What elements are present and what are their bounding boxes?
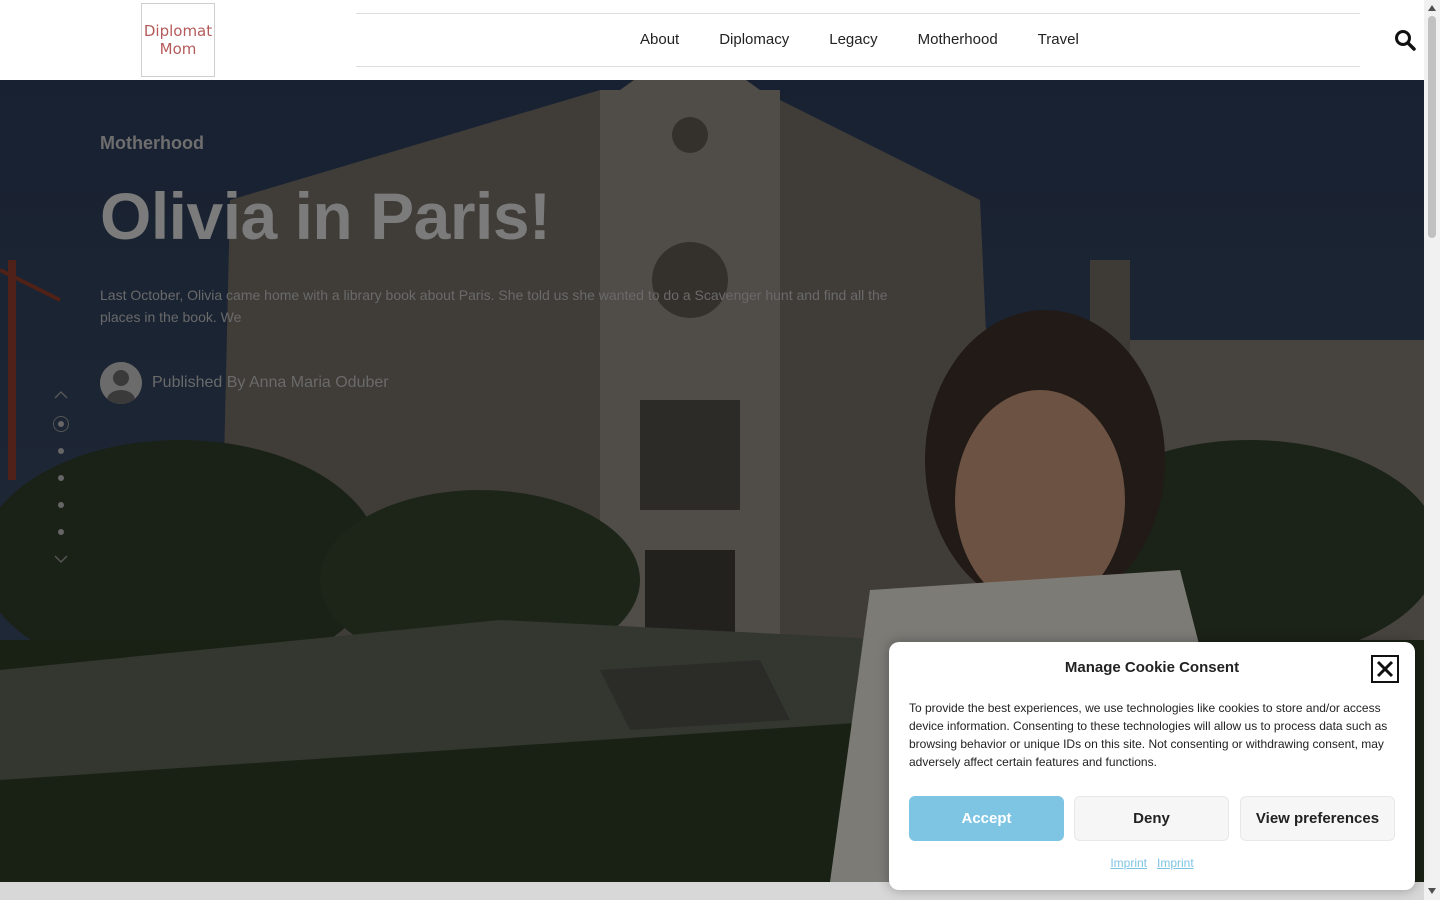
slider-dot-4[interactable]: [58, 502, 64, 508]
cookie-description: To provide the best experiences, we use …: [909, 701, 1388, 769]
site-header: Diplomat Mom About Diplomacy Legacy Moth…: [0, 0, 1424, 80]
cookie-consent-dialog: Manage Cookie Consent To provide the bes…: [889, 642, 1415, 890]
nav-top-divider: [356, 13, 1360, 14]
search-icon[interactable]: [1394, 29, 1416, 51]
slider-dot-3[interactable]: [58, 475, 64, 481]
chevron-down-icon[interactable]: [54, 555, 68, 565]
close-icon: [1376, 660, 1394, 678]
view-preferences-button[interactable]: View preferences: [1240, 796, 1395, 841]
slider-pagination: [50, 385, 72, 575]
logo-line-1: Diplomat: [143, 22, 213, 40]
slider-dot-1[interactable]: [53, 416, 69, 432]
avatar[interactable]: [100, 362, 142, 404]
scroll-up-arrow-icon[interactable]: [1428, 5, 1436, 11]
post-title[interactable]: Olivia in Paris!: [100, 178, 551, 254]
main-nav: About Diplomacy Legacy Motherhood Travel: [620, 28, 1099, 52]
page-scrollbar[interactable]: [1424, 0, 1440, 900]
author-byline[interactable]: Published By Anna Maria Oduber: [152, 374, 389, 392]
cookie-title: Manage Cookie Consent: [1064, 659, 1240, 676]
imprint-link-2[interactable]: Imprint: [1157, 856, 1194, 870]
nav-item-about[interactable]: About: [620, 28, 699, 52]
nav-item-motherhood[interactable]: Motherhood: [898, 28, 1018, 52]
nav-item-diplomacy[interactable]: Diplomacy: [699, 28, 809, 52]
site-logo[interactable]: Diplomat Mom: [141, 3, 215, 77]
chevron-up-icon[interactable]: [54, 389, 68, 399]
post-author: Published By Anna Maria Oduber: [100, 362, 389, 404]
close-button[interactable]: [1371, 655, 1399, 683]
nav-item-travel[interactable]: Travel: [1018, 28, 1099, 52]
nav-bottom-divider: [356, 66, 1360, 67]
slider-dot-2[interactable]: [58, 448, 64, 454]
deny-button[interactable]: Deny: [1074, 796, 1229, 841]
imprint-link[interactable]: Imprint: [1110, 856, 1147, 870]
nav-item-legacy[interactable]: Legacy: [809, 28, 897, 52]
accept-button[interactable]: Accept: [909, 796, 1064, 841]
post-excerpt: Last October, Olivia came home with a li…: [100, 287, 888, 325]
scrollbar-thumb[interactable]: [1428, 16, 1436, 238]
cookie-links: Imprint Imprint: [889, 856, 1415, 870]
post-category-link[interactable]: Motherhood: [100, 133, 204, 154]
slider-dot-5[interactable]: [58, 529, 64, 535]
scroll-down-arrow-icon[interactable]: [1428, 888, 1436, 894]
logo-line-2: Mom: [159, 40, 197, 58]
